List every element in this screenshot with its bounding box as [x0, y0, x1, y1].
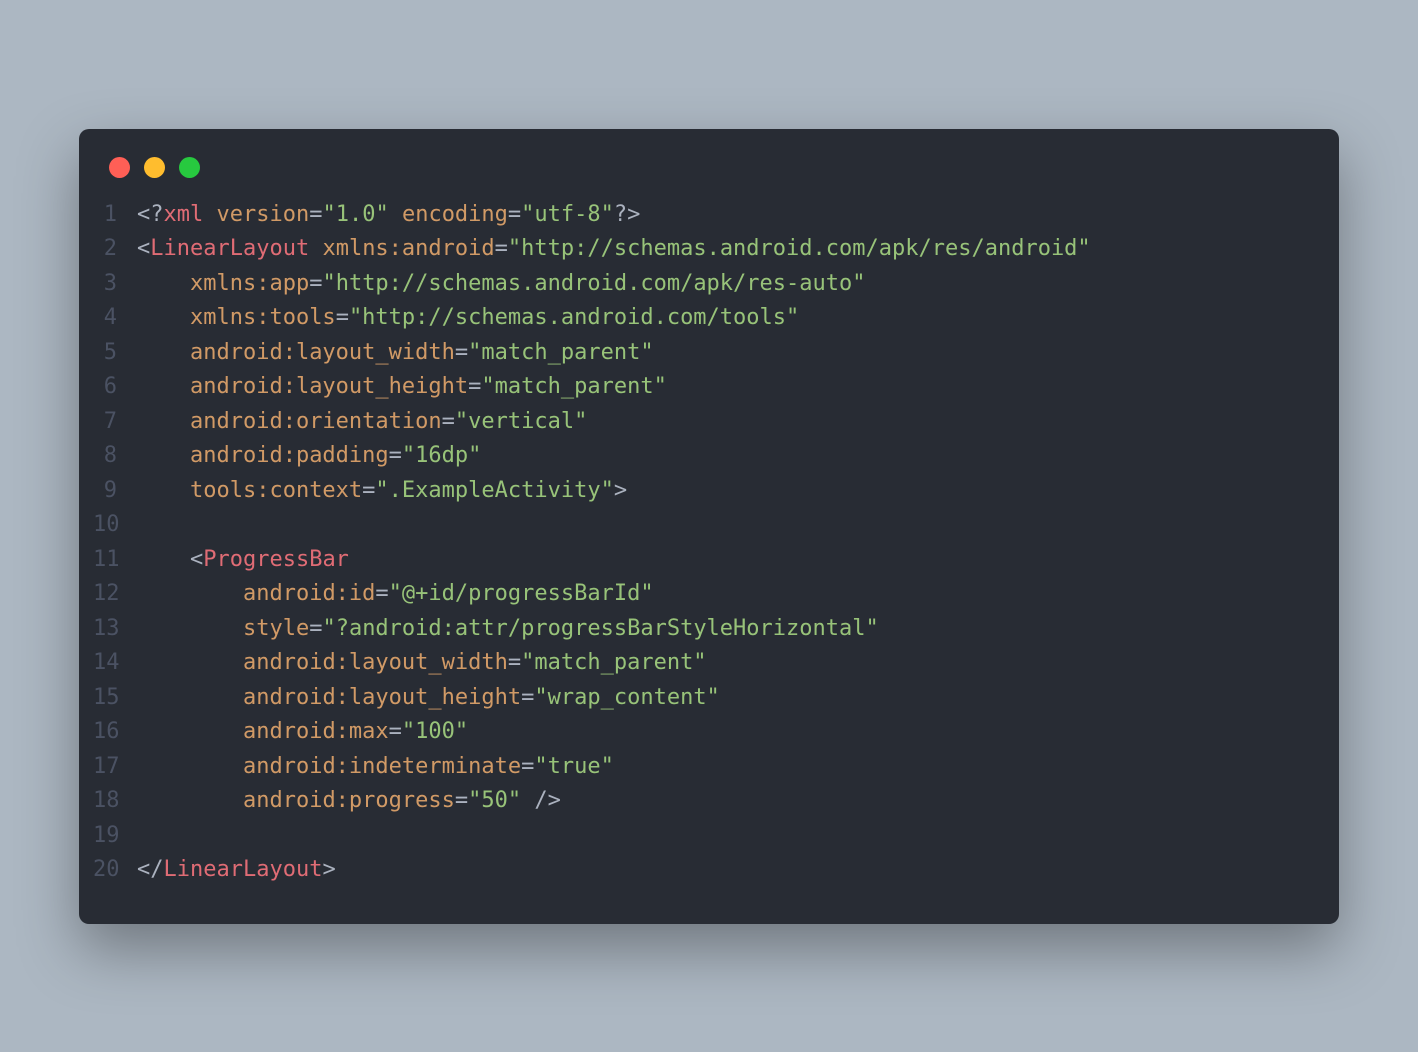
line-number: 17 [93, 750, 137, 785]
code-line: 19 [93, 819, 1309, 854]
code-content: </LinearLayout> [137, 853, 336, 888]
code-line: 12 android:id="@+id/progressBarId" [93, 577, 1309, 612]
code-line: 6 android:layout_height="match_parent" [93, 370, 1309, 405]
code-content: <?xml version="1.0" encoding="utf-8"?> [137, 198, 640, 233]
code-line: 1<?xml version="1.0" encoding="utf-8"?> [93, 198, 1309, 233]
line-number: 5 [93, 336, 137, 371]
close-icon[interactable] [109, 157, 130, 178]
code-line: 7 android:orientation="vertical" [93, 405, 1309, 440]
code-line: 20</LinearLayout> [93, 853, 1309, 888]
code-content: android:id="@+id/progressBarId" [137, 577, 654, 612]
code-content: android:progress="50" /> [137, 784, 561, 819]
line-number: 2 [93, 232, 137, 267]
line-number: 14 [93, 646, 137, 681]
line-number: 19 [93, 819, 137, 854]
code-content: xmlns:tools="http://schemas.android.com/… [137, 301, 799, 336]
line-number: 13 [93, 612, 137, 647]
maximize-icon[interactable] [179, 157, 200, 178]
code-line: 16 android:max="100" [93, 715, 1309, 750]
code-line: 13 style="?android:attr/progressBarStyle… [93, 612, 1309, 647]
code-content: android:layout_height="match_parent" [137, 370, 667, 405]
code-line: 2<LinearLayout xmlns:android="http://sch… [93, 232, 1309, 267]
code-content: android:layout_height="wrap_content" [137, 681, 720, 716]
code-line: 3 xmlns:app="http://schemas.android.com/… [93, 267, 1309, 302]
line-number: 3 [93, 267, 137, 302]
line-number: 11 [93, 543, 137, 578]
line-number: 8 [93, 439, 137, 474]
code-content: android:max="100" [137, 715, 468, 750]
window-titlebar [79, 129, 1339, 190]
code-content: <ProgressBar [137, 543, 349, 578]
code-line: 15 android:layout_height="wrap_content" [93, 681, 1309, 716]
code-line: 4 xmlns:tools="http://schemas.android.co… [93, 301, 1309, 336]
code-line: 5 android:layout_width="match_parent" [93, 336, 1309, 371]
code-line: 10 [93, 508, 1309, 543]
code-content: android:padding="16dp" [137, 439, 481, 474]
code-content: android:orientation="vertical" [137, 405, 587, 440]
line-number: 12 [93, 577, 137, 612]
code-content: tools:context=".ExampleActivity"> [137, 474, 627, 509]
line-number: 4 [93, 301, 137, 336]
line-number: 7 [93, 405, 137, 440]
line-number: 6 [93, 370, 137, 405]
code-line: 11 <ProgressBar [93, 543, 1309, 578]
code-line: 17 android:indeterminate="true" [93, 750, 1309, 785]
code-content: style="?android:attr/progressBarStyleHor… [137, 612, 879, 647]
line-number: 16 [93, 715, 137, 750]
code-content: xmlns:app="http://schemas.android.com/ap… [137, 267, 866, 302]
code-content: android:layout_width="match_parent" [137, 336, 654, 371]
line-number: 9 [93, 474, 137, 509]
code-line: 18 android:progress="50" /> [93, 784, 1309, 819]
line-number: 20 [93, 853, 137, 888]
line-number: 15 [93, 681, 137, 716]
line-number: 18 [93, 784, 137, 819]
code-line: 9 tools:context=".ExampleActivity"> [93, 474, 1309, 509]
code-line: 14 android:layout_width="match_parent" [93, 646, 1309, 681]
code-editor[interactable]: 1<?xml version="1.0" encoding="utf-8"?>2… [79, 190, 1339, 888]
minimize-icon[interactable] [144, 157, 165, 178]
line-number: 10 [93, 508, 137, 543]
code-content: <LinearLayout xmlns:android="http://sche… [137, 232, 1091, 267]
code-content: android:layout_width="match_parent" [137, 646, 707, 681]
code-content: android:indeterminate="true" [137, 750, 614, 785]
code-window: 1<?xml version="1.0" encoding="utf-8"?>2… [79, 129, 1339, 924]
line-number: 1 [93, 198, 137, 233]
code-line: 8 android:padding="16dp" [93, 439, 1309, 474]
